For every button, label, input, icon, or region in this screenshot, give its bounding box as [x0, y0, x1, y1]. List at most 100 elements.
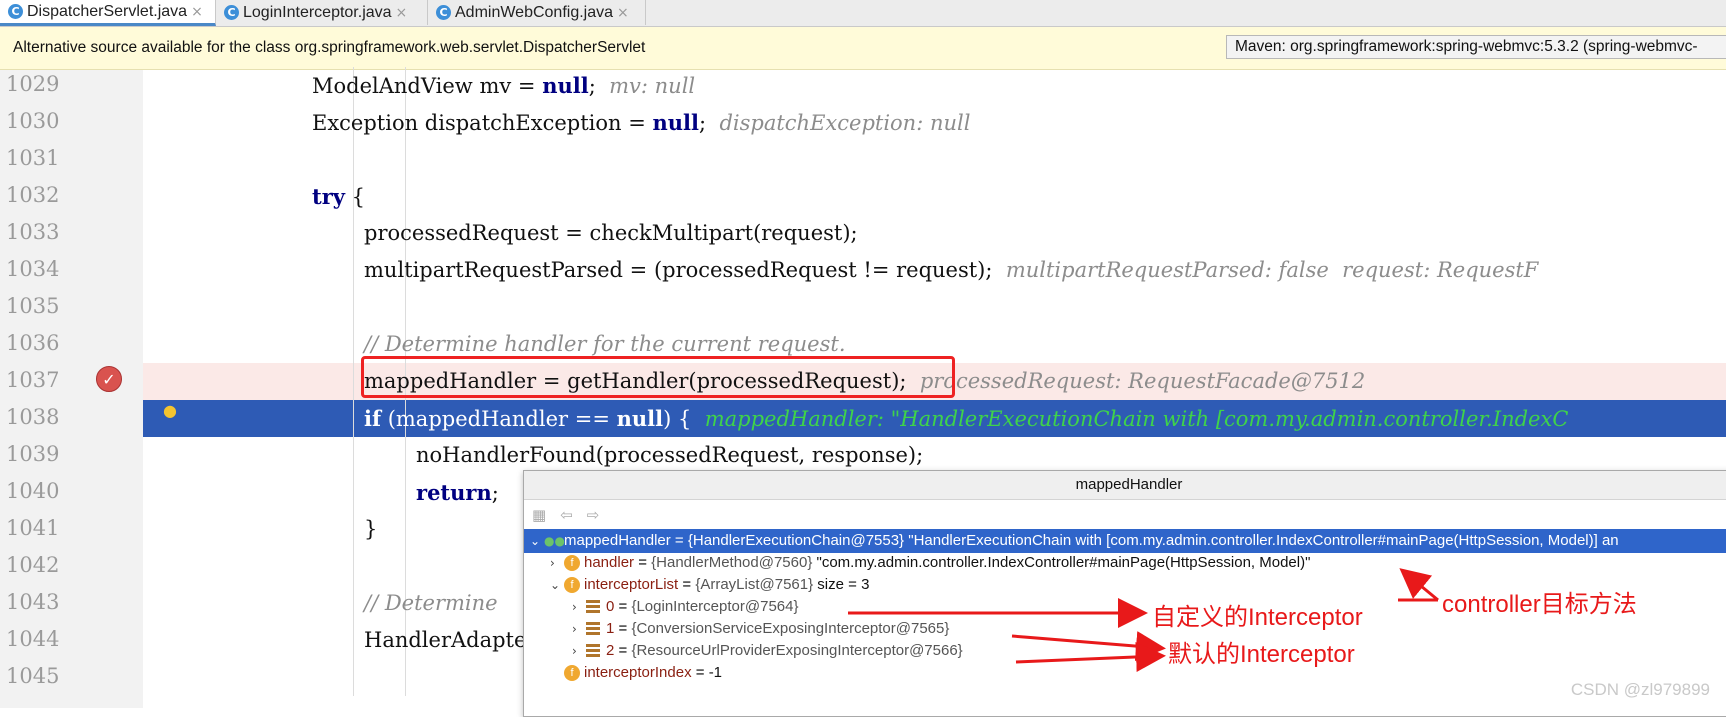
tree-row-interceptor-2[interactable]: › 2 = {ResourceUrlProviderExposingInterce…: [524, 639, 1726, 663]
code-token: multipartRequestParsed = (processedReque…: [364, 258, 993, 282]
code-text: processedRequest = checkMultipart(reques…: [364, 215, 858, 252]
code-line[interactable]: ModelAndView mv = null; mv: null: [143, 67, 1726, 104]
tree-row-interceptor-1[interactable]: › 1 = {ConversionServiceExposingIntercept…: [524, 617, 1726, 641]
code-line[interactable]: Exception dispatchException = null; disp…: [143, 104, 1726, 141]
tab-adminwebconfig[interactable]: C AdminWebConfig.java ×: [428, 0, 646, 25]
expand-arrow-icon[interactable]: ›: [572, 595, 586, 619]
highlight-annotation-box: [361, 356, 955, 398]
comment: // Determine: [364, 591, 498, 615]
variable-value: -1: [708, 664, 723, 681]
variable-value: "HandlerExecutionChain with [com.my.admi…: [908, 532, 1619, 549]
popup-toolbar: ▦ ⇦ ⇨: [524, 500, 1726, 530]
variable-name: handler: [584, 554, 635, 571]
line-number: 1044: [6, 627, 60, 651]
tree-row-handler[interactable]: › f handler = {HandlerMethod@7560} "com.my…: [524, 551, 1726, 575]
code-token: (mappedHandler ==: [381, 407, 617, 431]
code-token: }: [364, 517, 378, 541]
tree-row-interceptorindex[interactable]: f interceptorIndex = -1: [524, 661, 1726, 685]
expand-arrow-icon[interactable]: ›: [550, 551, 564, 575]
variable-type: {HandlerExecutionChain@7553}: [687, 532, 905, 549]
code-token: ModelAndView mv =: [312, 74, 543, 98]
close-icon[interactable]: ×: [396, 5, 408, 21]
code-token: Exception dispatchException =: [312, 111, 653, 135]
keyword: if: [364, 406, 382, 431]
indent-guide: [353, 585, 354, 622]
tab-label: DispatcherServlet.java: [27, 2, 188, 20]
line-number: 1041: [6, 516, 60, 540]
variable-type: {LoginInterceptor@7564}: [631, 598, 799, 615]
field-icon: f: [564, 555, 580, 572]
watermark: CSDN @zl979899: [1570, 680, 1710, 699]
field-icon: f: [564, 665, 580, 682]
line-number: 1033: [6, 220, 60, 244]
code-line[interactable]: try {: [143, 178, 1726, 215]
lightbulb-icon[interactable]: ●: [163, 401, 177, 421]
code-text: return;: [416, 474, 499, 512]
indent-guide: [405, 659, 406, 696]
line-number: 1035: [6, 294, 60, 318]
indent-guide: [353, 548, 354, 585]
expand-arrow-icon[interactable]: ›: [572, 639, 586, 663]
indent-guide: [405, 289, 406, 326]
variable-type: {ConversionServiceExposingInterceptor@75…: [631, 620, 950, 637]
class-icon: C: [224, 5, 239, 20]
code-text: // Determine: [364, 585, 498, 622]
class-icon: C: [8, 4, 23, 19]
list-element-icon: [586, 644, 600, 659]
code-line[interactable]: if (mappedHandler == null) { mappedHandl…: [143, 400, 1726, 437]
tree-view-icon[interactable]: ▦: [532, 506, 546, 524]
banner-text: Alternative source available for the cla…: [13, 39, 646, 56]
variable-type: {HandlerMethod@7560}: [651, 554, 813, 571]
line-number: 1029: [6, 72, 60, 96]
indent-guide: [353, 400, 354, 437]
close-icon[interactable]: ×: [617, 5, 629, 21]
indent-guide: [353, 289, 354, 326]
line-number: 1037: [6, 368, 60, 392]
expand-arrow-icon[interactable]: ⌄: [530, 529, 544, 553]
keyword: try: [312, 184, 345, 209]
line-number: 1045: [6, 664, 60, 688]
code-text: ModelAndView mv = null; mv: null: [312, 67, 695, 105]
expand-arrow-icon[interactable]: ⌄: [550, 573, 564, 597]
line-number: 1034: [6, 257, 60, 281]
back-arrow-icon[interactable]: ⇦: [560, 506, 573, 524]
code-token: ) {: [663, 407, 692, 431]
indent-guide: [353, 326, 354, 363]
inline-debug-value: processedRequest: RequestFacade@7512: [919, 369, 1366, 393]
tab-logininterceptor[interactable]: C LoginInterceptor.java ×: [216, 0, 428, 25]
code-line[interactable]: noHandlerFound(processedRequest, respons…: [143, 437, 1726, 474]
expand-arrow-icon[interactable]: ›: [572, 617, 586, 641]
indent-guide: [353, 437, 354, 474]
line-number: 1039: [6, 442, 60, 466]
close-icon[interactable]: ×: [191, 4, 203, 20]
annotation-custom-interceptor: 自定义的Interceptor: [1152, 604, 1363, 631]
indent-guide: [353, 363, 354, 400]
variable-type: {ResourceUrlProviderExposingInterceptor@…: [631, 642, 963, 659]
code-line[interactable]: [143, 289, 1726, 326]
forward-arrow-icon[interactable]: ⇨: [587, 506, 600, 524]
tree-row-mappedhandler[interactable]: ⌄ ●●mappedHandler = {HandlerExecutionChai…: [524, 529, 1726, 553]
code-line[interactable]: [143, 141, 1726, 178]
line-number: 1038: [6, 405, 60, 429]
breakpoint-icon[interactable]: ✓: [96, 366, 122, 392]
tab-dispatcherservlet[interactable]: C DispatcherServlet.java ×: [0, 0, 216, 26]
maven-source-select[interactable]: Maven: org.springframework:spring-webmvc…: [1226, 35, 1726, 59]
popup-title: mappedHandler: [524, 471, 1726, 500]
comment: // Determine handler for the current req…: [364, 332, 846, 356]
field-icon: f: [564, 577, 580, 594]
indent-guide: [353, 474, 354, 511]
list-element-icon: [586, 600, 600, 615]
annotation-default-interceptor: 默认的Interceptor: [1168, 641, 1355, 668]
code-line[interactable]: multipartRequestParsed = (processedReque…: [143, 252, 1726, 289]
variable-name: mappedHandler: [564, 532, 671, 549]
indent-guide: [353, 141, 354, 178]
line-number: 1036: [6, 331, 60, 355]
indent-guide: [405, 511, 406, 548]
tab-label: LoginInterceptor.java: [243, 3, 392, 21]
code-line[interactable]: processedRequest = checkMultipart(reques…: [143, 215, 1726, 252]
keyword: null: [652, 110, 700, 135]
code-text: multipartRequestParsed = (processedReque…: [364, 252, 1538, 289]
line-number: 1042: [6, 553, 60, 577]
keyword: null: [616, 406, 664, 431]
inline-debug-value: multipartRequestParsed: false request: R…: [1005, 258, 1539, 282]
